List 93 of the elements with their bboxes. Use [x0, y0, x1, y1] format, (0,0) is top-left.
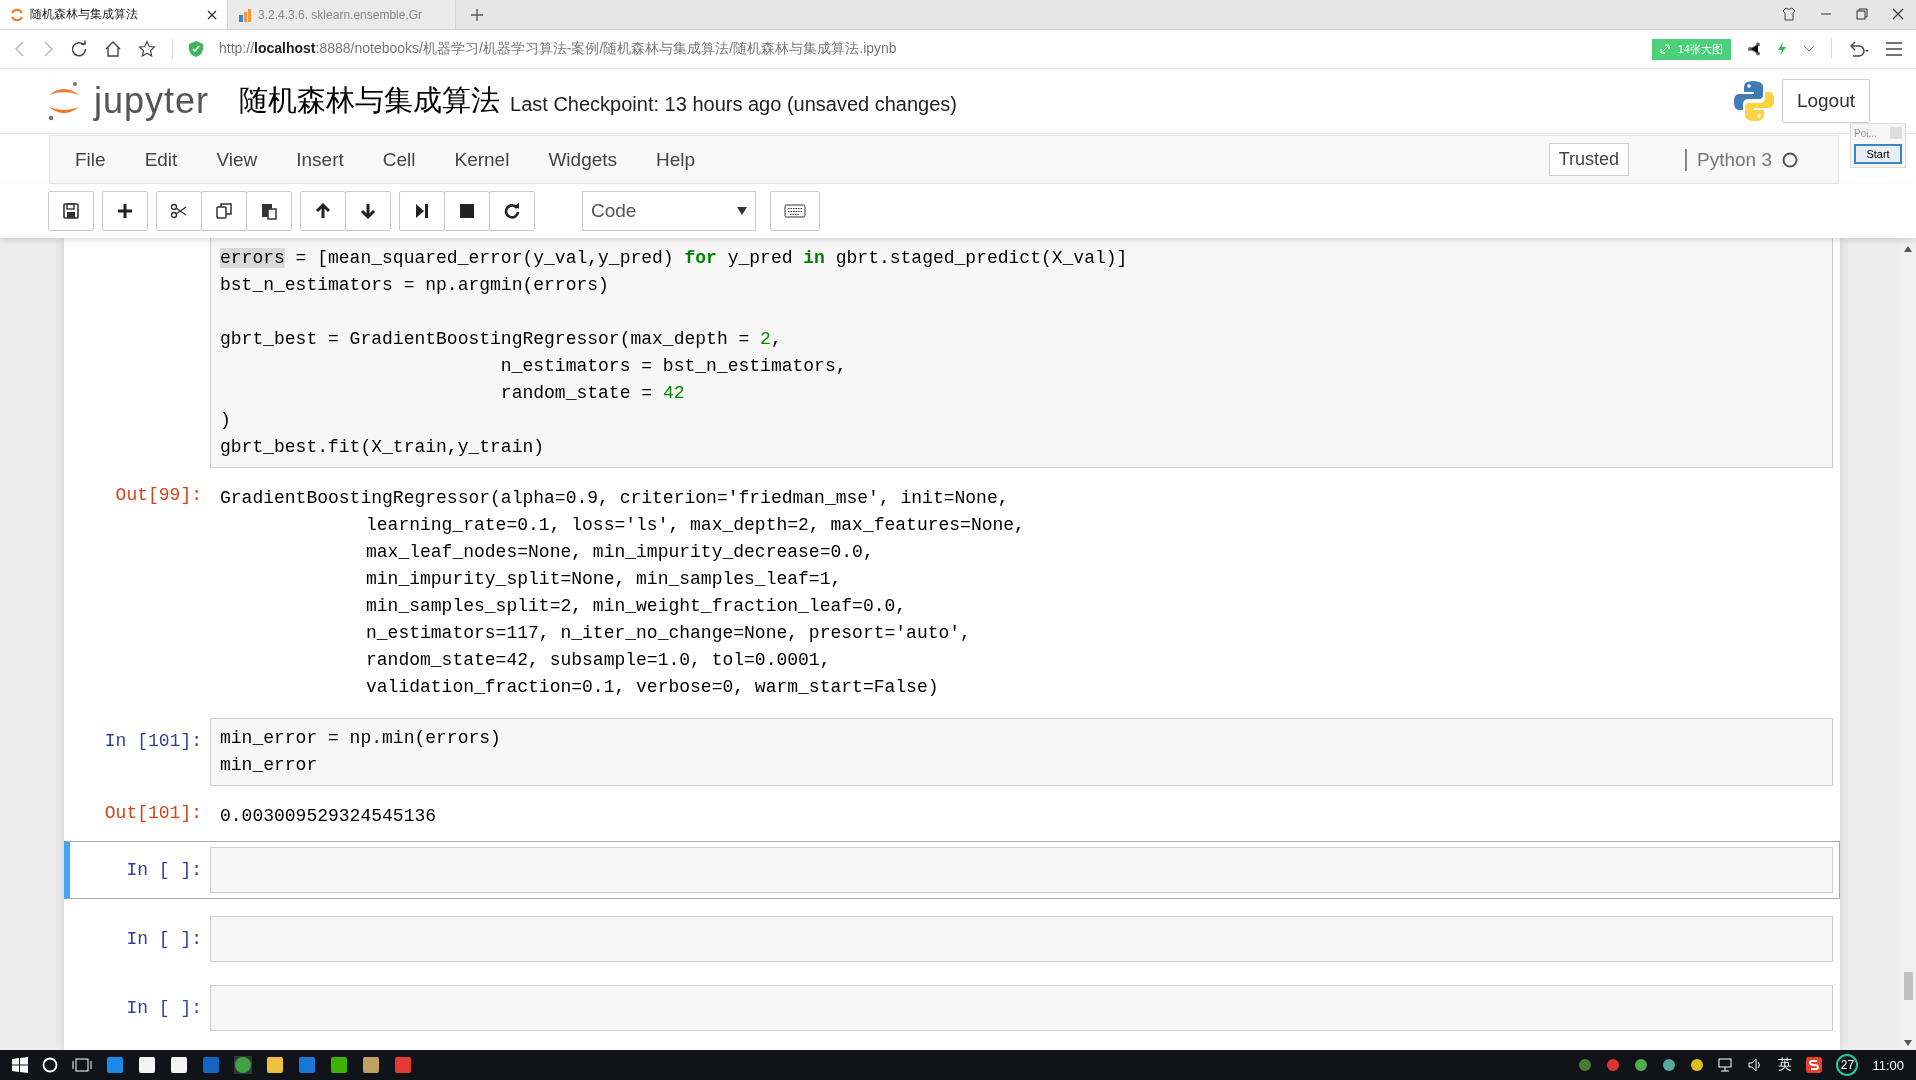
scissors-icon — [170, 202, 188, 220]
toolbar-button[interactable] — [102, 191, 148, 231]
arrow-down-icon — [359, 202, 377, 220]
copy-icon — [215, 202, 233, 220]
kernel-status-icon — [1782, 151, 1798, 168]
output-prompt: Out[101]: — [104, 803, 202, 823]
input-prompt: In [ ]: — [126, 998, 202, 1018]
python-logo-icon — [1731, 79, 1776, 123]
expand-icon — [1659, 44, 1670, 54]
toolbar-button[interactable] — [444, 191, 490, 231]
scroll-up-icon[interactable] — [1904, 246, 1912, 252]
lightning-icon[interactable] — [1777, 42, 1787, 56]
input-prompt: In [ ]: — [126, 860, 202, 880]
bar-chart-icon — [238, 7, 252, 22]
restart-icon — [503, 202, 521, 220]
caret-icon[interactable] — [1803, 45, 1815, 53]
input-prompt: In [ ]: — [126, 929, 202, 949]
input-prompt: In [101]: — [104, 731, 202, 751]
output-prompt: Out[99]: — [115, 485, 202, 505]
menu-item[interactable]: Widgets — [533, 148, 642, 171]
toolbar-button[interactable] — [489, 191, 535, 231]
plus-icon — [116, 202, 134, 220]
s-logo-icon[interactable] — [1806, 1057, 1823, 1073]
input-method-indicator[interactable]: 英 — [1778, 1056, 1793, 1074]
toolbar-button[interactable] — [48, 191, 94, 231]
app-icon[interactable] — [138, 1056, 156, 1074]
start-button[interactable]: Start — [1854, 144, 1902, 164]
shield-icon — [189, 41, 203, 57]
menu-item[interactable]: Cell — [367, 148, 440, 171]
notebook-cell[interactable]: In [ ]: — [64, 910, 1840, 968]
share-icon[interactable] — [1747, 42, 1761, 56]
menu-item[interactable]: View — [201, 148, 282, 171]
run-step-icon — [413, 202, 431, 220]
scrollbar[interactable] — [1900, 238, 1916, 1050]
notebook-cell[interactable]: In [ ]: — [64, 841, 1840, 899]
clock: 11:00 — [1872, 1057, 1904, 1073]
new-tab-icon[interactable] — [470, 8, 484, 22]
search-circle-icon[interactable] — [42, 1057, 58, 1073]
close-icon[interactable] — [207, 9, 217, 20]
notebook-cell[interactable]: In [101]: min_error = np.min(errors) min_error — [64, 712, 1840, 792]
output-text: 0.003009529324545136 — [219, 805, 438, 828]
arrow-up-icon — [314, 202, 332, 220]
menu-item[interactable]: Insert — [281, 148, 368, 171]
popup-title: Poi... — [1854, 127, 1877, 139]
shirt-icon[interactable] — [1782, 7, 1796, 21]
app-icon[interactable] — [330, 1056, 348, 1074]
code-editor[interactable]: errors = [mean_squared_error(y_val,y_pred) for y_pred in gbrt.staged_predict(X_val)] bst_n_estimators = np.argmin(errors) gbrt_best = GradientBoostingRegressor(max_depth = 2, n_estimators = bst_n_estimators, random_state = 42 ) gbrt_best.fit(X_train,y_train) — [210, 238, 1833, 468]
windows-logo-icon[interactable] — [12, 1057, 28, 1073]
stop-icon — [458, 202, 476, 220]
menu-item[interactable]: Edit — [129, 148, 202, 171]
menu-item[interactable]: Kernel — [439, 148, 534, 171]
restore-icon[interactable] — [1856, 8, 1868, 20]
app-icon[interactable] — [170, 1056, 188, 1074]
menu-item[interactable]: Help — [641, 148, 720, 171]
save-icon — [62, 202, 80, 220]
address-field[interactable]: http://localhost:8888/notebooks/机器学习/机器学习算法-案例/随机森林与集成算法/随机森林与集成算法.ipynb — [219, 40, 1636, 58]
tray-icon[interactable] — [1662, 1058, 1677, 1072]
reload-icon[interactable] — [70, 40, 88, 58]
scrollbar-thumb[interactable] — [1903, 972, 1913, 1000]
scroll-down-icon[interactable] — [1904, 1040, 1912, 1046]
logo-text[interactable]: jupyter — [94, 80, 210, 122]
checkpoint-status: Last Checkpoint: 13 hours ago (unsaved changes) — [510, 92, 957, 116]
cell-type-dropdown[interactable]: Code — [582, 191, 756, 231]
tray-icon[interactable] — [1634, 1058, 1649, 1072]
toolbar-button[interactable] — [156, 191, 202, 231]
app-icon[interactable] — [362, 1056, 380, 1074]
caret-icon — [737, 207, 747, 215]
kernel-name: Python 3 — [1685, 148, 1772, 171]
keyboard-icon — [784, 204, 806, 218]
undo-icon[interactable] — [1848, 41, 1870, 57]
notification-badge[interactable]: 27 — [1836, 1054, 1859, 1076]
code-editor[interactable]: min_error = np.min(errors) min_error — [210, 718, 1833, 786]
tray-icon[interactable] — [1690, 1058, 1705, 1072]
task-view-icon[interactable] — [72, 1057, 92, 1073]
toolbar-button[interactable] — [300, 191, 346, 231]
app-icon[interactable] — [266, 1056, 284, 1074]
home-icon[interactable] — [104, 40, 122, 58]
toolbar-button[interactable] — [246, 191, 292, 231]
close-icon[interactable] — [1892, 8, 1904, 20]
notebook-title[interactable]: 随机森林与集成算法 — [239, 81, 501, 121]
toolbar-button[interactable] — [399, 191, 445, 231]
menu-icon[interactable] — [1886, 42, 1902, 56]
notebook-cell[interactable]: In [ ]: — [64, 979, 1840, 1037]
menu-item[interactable]: File — [60, 148, 130, 171]
browser-tab[interactable]: 随机森林与集成算法 — [0, 0, 228, 29]
toolbar-button[interactable] — [345, 191, 391, 231]
logout-button[interactable]: Logout — [1781, 79, 1870, 123]
star-icon[interactable] — [138, 40, 156, 58]
paste-icon — [260, 202, 278, 220]
network-icon[interactable] — [1718, 1058, 1735, 1072]
output-text: GradientBoostingRegressor(alpha=0.9, criterion='friedman_mse', init=None, learning_rate=0.1, loss='ls', max_depth=2, max_features=None, max_leaf_nodes=None, min_impurity_decrease=0.0, min_impurity_split=None, min_samples_leaf=1, min_samples_split=2, min_weight_fraction_leaf=0.0, n_estimators=117, n_iter_no_change=None, presort='auto', random_state=42, subsample=1.0, tol=0.0001, validation_fraction=0.1, verbose=0, warm_start=False) — [219, 487, 1026, 699]
arc-logo-icon — [10, 7, 24, 22]
trusted-button[interactable]: Trusted — [1548, 143, 1629, 176]
